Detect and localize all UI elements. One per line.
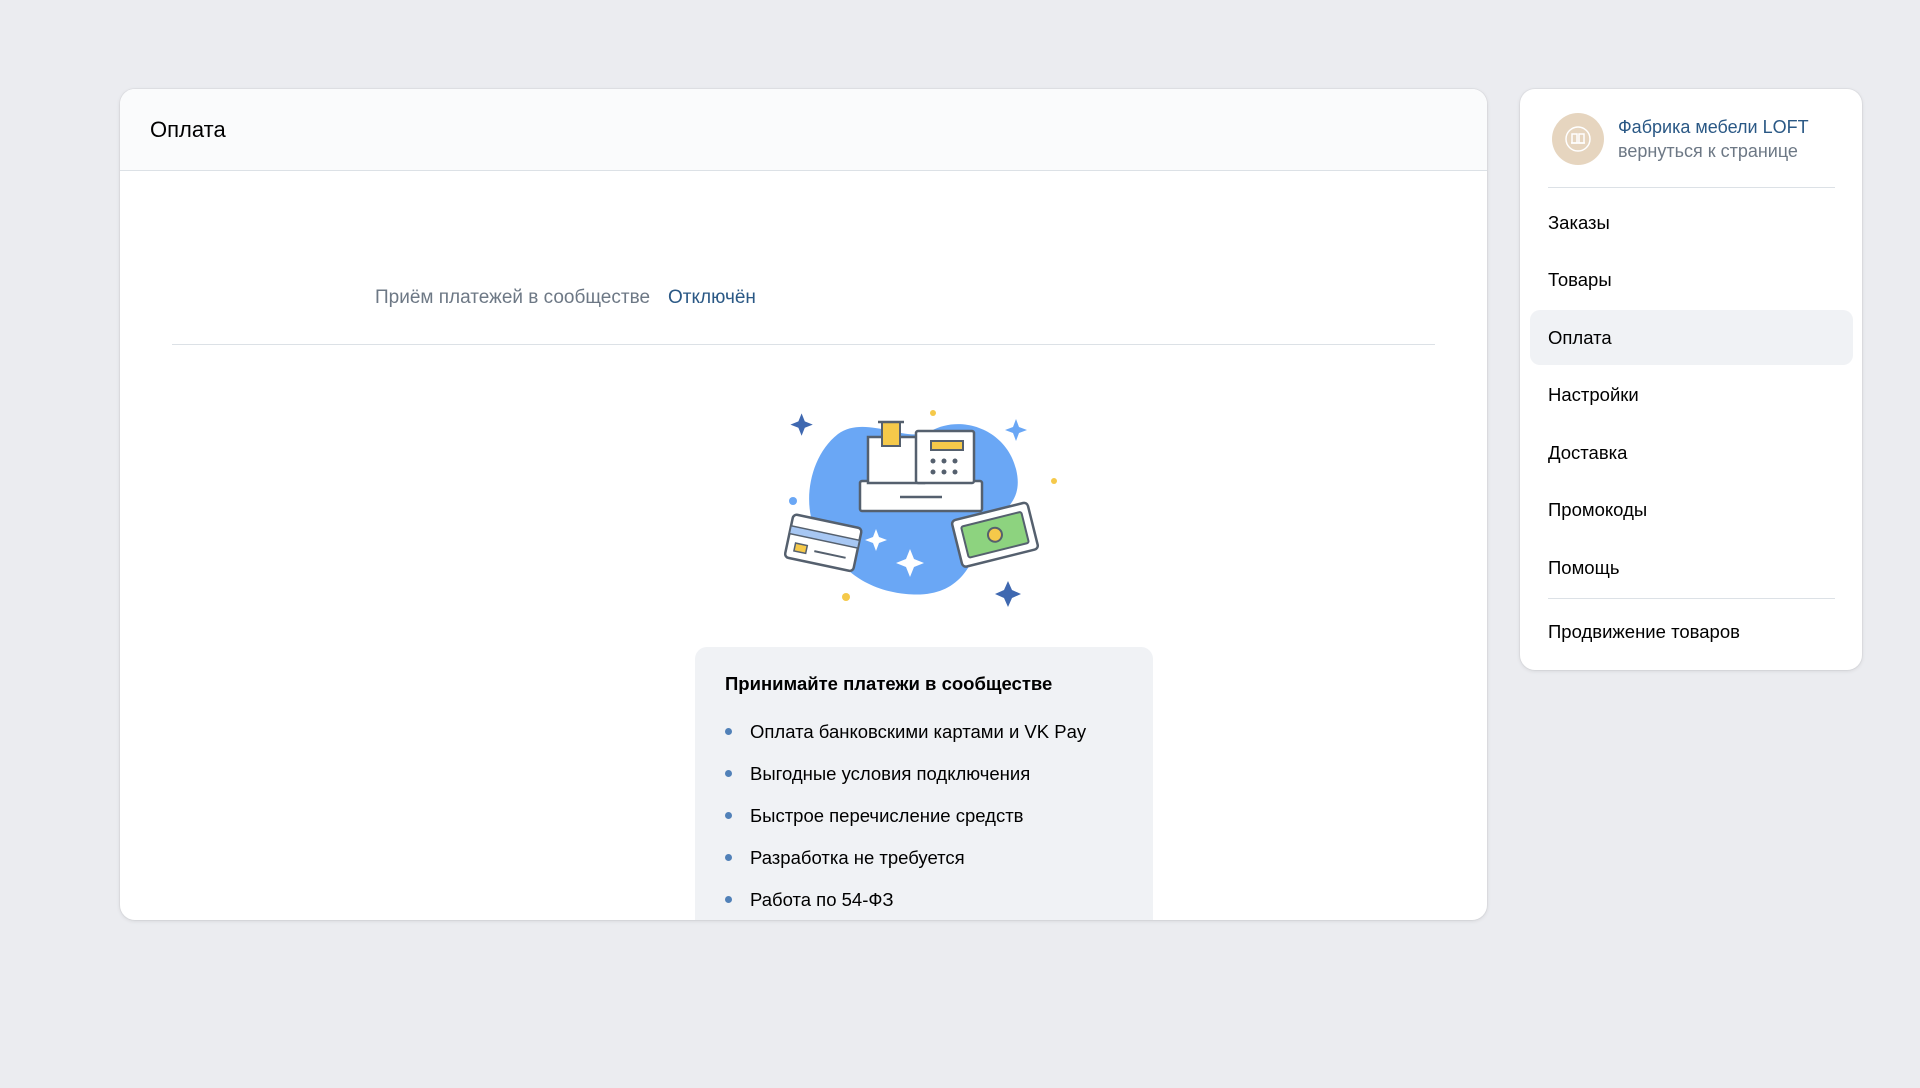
- payment-panel: Оплата Приём платежей в сообществе Отклю…: [120, 89, 1487, 920]
- sidebar-item-promocodes[interactable]: Промокоды: [1530, 483, 1853, 538]
- list-item: Быстрое перечисление средств: [725, 795, 1123, 837]
- list-item-text: Быстрое перечисление средств: [750, 805, 1024, 826]
- bullet-dot-icon: [725, 769, 732, 777]
- sidebar: Фабрика мебели LOFT вернуться к странице…: [1520, 89, 1862, 670]
- group-header[interactable]: Фабрика мебели LOFT вернуться к странице: [1552, 113, 1809, 165]
- group-name-link[interactable]: Фабрика мебели LOFT: [1618, 115, 1809, 139]
- bullet-dot-icon: [725, 853, 732, 861]
- sidebar-item-settings[interactable]: Настройки: [1530, 368, 1853, 423]
- group-text: Фабрика мебели LOFT вернуться к странице: [1618, 115, 1809, 163]
- panel-header: Оплата: [120, 89, 1487, 171]
- bullet-dot-icon: [725, 811, 732, 819]
- list-item-text: Оплата банковскими картами и VK Pay: [750, 721, 1087, 742]
- list-item: Разработка не требуется: [725, 837, 1123, 879]
- list-item: Оплата банковскими картами и VK Pay: [725, 711, 1123, 753]
- sidebar-item-help[interactable]: Помощь: [1530, 540, 1853, 595]
- sidebar-item-products[interactable]: Товары: [1530, 253, 1853, 308]
- sidebar-divider: [1548, 598, 1835, 599]
- benefits-title: Принимайте платежи в сообществе: [725, 673, 1053, 694]
- section-divider: [172, 344, 1435, 345]
- bullet-dot-icon: [725, 727, 732, 735]
- payments-setting-row: Приём платежей в сообществе Отключён: [375, 287, 756, 309]
- sidebar-divider: [1548, 187, 1835, 188]
- back-to-page-link[interactable]: вернуться к странице: [1618, 139, 1809, 163]
- page-title: Оплата: [150, 116, 226, 142]
- sidebar-item-orders[interactable]: Заказы: [1530, 195, 1853, 250]
- bullet-dot-icon: [725, 895, 732, 903]
- list-item-text: Работа по 54-ФЗ: [750, 889, 894, 910]
- sidebar-item-payment[interactable]: Оплата: [1530, 310, 1853, 365]
- loft-logo-icon: [1565, 126, 1591, 152]
- sidebar-item-product-promotion[interactable]: Продвижение товаров: [1530, 604, 1853, 659]
- cash-register-illustration-icon: [783, 410, 1057, 607]
- list-item-text: Выгодные условия подключения: [750, 763, 1031, 784]
- avatar: [1552, 113, 1604, 165]
- benefits-list: Оплата банковскими картами и VK Pay Выго…: [725, 711, 1123, 920]
- sidebar-item-delivery[interactable]: Доставка: [1530, 425, 1853, 480]
- list-item: Работа по 54-ФЗ: [725, 879, 1123, 920]
- payments-status-link[interactable]: Отключён: [668, 287, 756, 309]
- list-item: Выгодные условия подключения: [725, 753, 1123, 795]
- benefits-box: Принимайте платежи в сообществе Оплата б…: [695, 647, 1153, 920]
- payments-setting-label: Приём платежей в сообществе: [375, 287, 651, 308]
- list-item-text: Разработка не требуется: [750, 847, 965, 868]
- sidebar-menu: Заказы Товары Оплата Настройки Доставка …: [1530, 195, 1853, 598]
